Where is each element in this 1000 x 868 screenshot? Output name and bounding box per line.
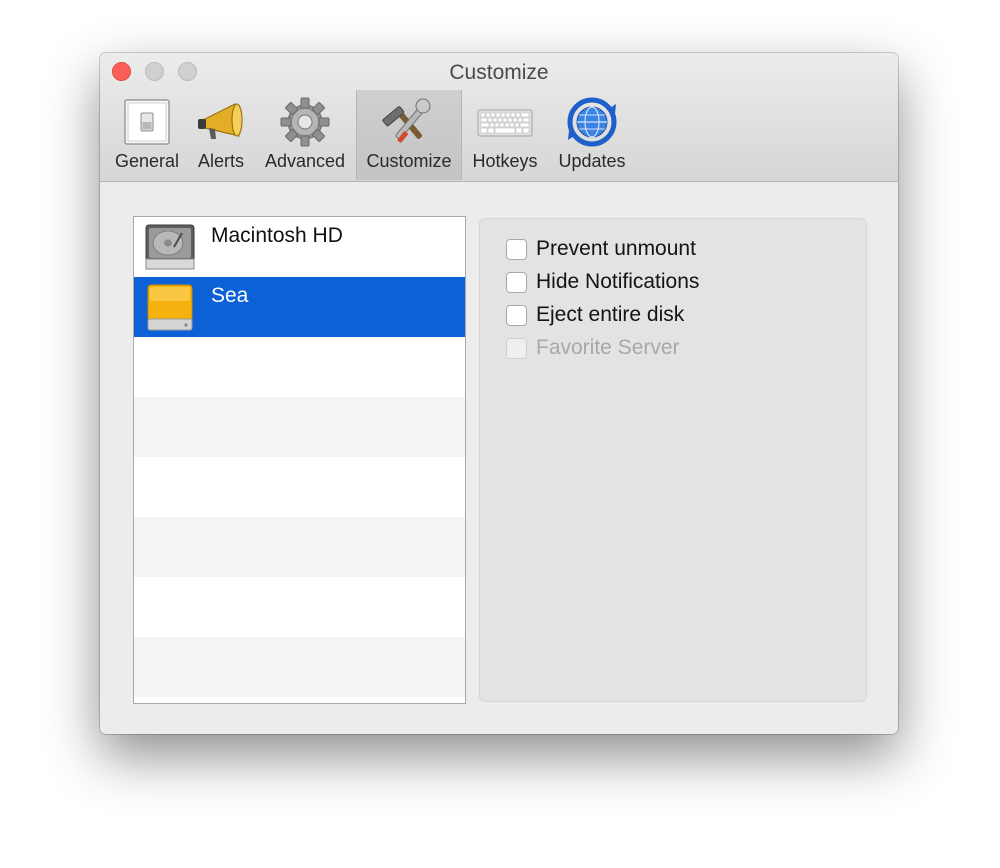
- external-drive-icon: [147, 284, 193, 331]
- globe-sync-icon: [567, 97, 617, 147]
- disk-row-sea[interactable]: Sea: [134, 277, 465, 337]
- option-eject-entire-disk[interactable]: Eject entire disk: [506, 302, 684, 328]
- internal-hard-drive-icon: [145, 224, 195, 270]
- eject-entire-disk-checkbox[interactable]: [506, 304, 527, 326]
- disk-name: Sea: [211, 284, 249, 307]
- toolbar-label: Advanced: [264, 151, 346, 171]
- disk-row-macintosh-hd[interactable]: Macintosh HD: [134, 217, 465, 277]
- option-prevent-unmount[interactable]: Prevent unmount: [506, 236, 696, 262]
- favorite-server-checkbox: [506, 337, 527, 359]
- disk-list[interactable]: Macintosh HD Sea: [133, 216, 466, 704]
- hammer-wrench-icon: [382, 98, 431, 143]
- disk-name: Macintosh HD: [211, 224, 343, 247]
- option-label: Favorite Server: [536, 336, 680, 359]
- toolbar-customize[interactable]: Customize: [356, 90, 462, 180]
- toolbar-advanced[interactable]: Advanced: [258, 90, 352, 180]
- option-label: Eject entire disk: [536, 303, 685, 326]
- preferences-window: Customize General Alerts Advanced Custom…: [100, 53, 898, 734]
- keyboard-icon: [477, 109, 533, 137]
- empty-row: [134, 577, 465, 637]
- empty-row: [134, 337, 465, 397]
- toolbar-label: Customize: [366, 151, 452, 171]
- toolbar-label: Updates: [558, 151, 626, 171]
- gear-icon: [280, 97, 330, 147]
- toolbar-label: Hotkeys: [472, 151, 538, 171]
- option-hide-notifications[interactable]: Hide Notifications: [506, 269, 699, 295]
- toolbar-label: General: [114, 151, 180, 171]
- titlebar: Customize General Alerts Advanced Custom…: [100, 53, 898, 182]
- prevent-unmount-checkbox[interactable]: [506, 238, 527, 260]
- window-title: Customize: [449, 61, 549, 84]
- empty-row: [134, 517, 465, 577]
- toolbar-label: Alerts: [197, 151, 244, 171]
- options-panel: Prevent unmount Hide Notifications Eject…: [479, 218, 867, 702]
- empty-row: [134, 637, 465, 697]
- empty-row: [134, 397, 465, 457]
- toolbar-alerts[interactable]: Alerts: [188, 90, 254, 180]
- megaphone-icon: [198, 103, 243, 139]
- switch-icon: [124, 99, 170, 145]
- customize-pane: Macintosh HD Sea Prevent unmount Hide No…: [100, 182, 898, 734]
- option-label: Hide Notifications: [536, 270, 700, 293]
- option-favorite-server: Favorite Server: [506, 335, 680, 361]
- option-label: Prevent unmount: [536, 237, 696, 260]
- toolbar-hotkeys[interactable]: Hotkeys: [465, 90, 545, 180]
- empty-row: [134, 457, 465, 517]
- toolbar-general[interactable]: General: [110, 90, 184, 180]
- toolbar-updates[interactable]: Updates: [550, 90, 634, 180]
- hide-notifications-checkbox[interactable]: [506, 271, 527, 293]
